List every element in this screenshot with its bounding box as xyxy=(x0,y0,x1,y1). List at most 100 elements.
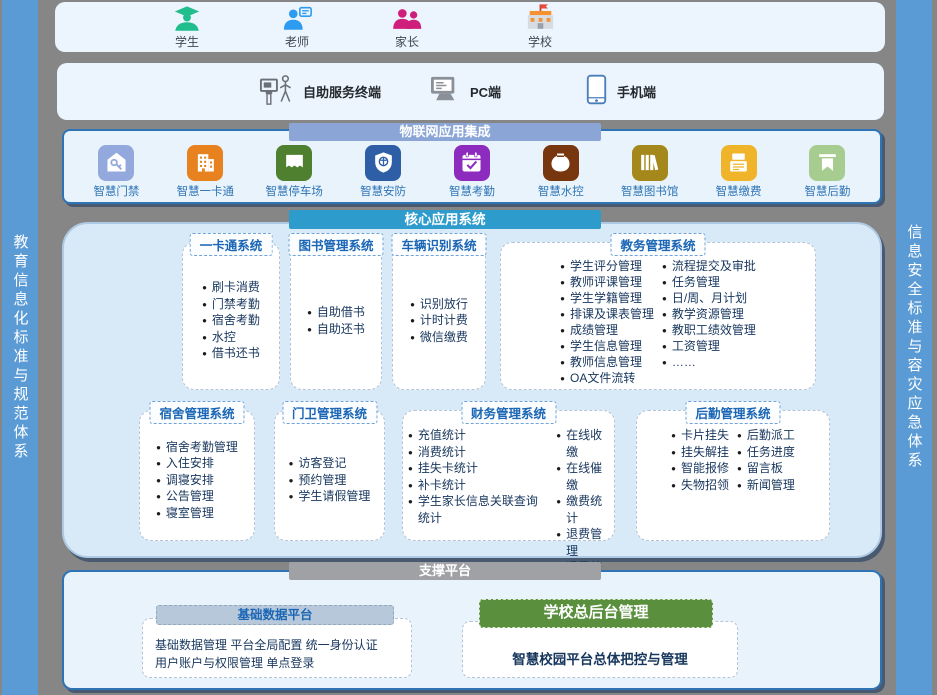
system-box-body: 刷卡消费门禁考勤宿舍考勤水控借书还书 xyxy=(183,243,279,389)
school-admin-box: 智慧校园平台总体把控与管理 xyxy=(462,621,738,678)
system-box-body: 自助借书自助还书 xyxy=(291,243,381,389)
system-list-item: 预约管理 xyxy=(289,472,371,489)
user-label: 家长 xyxy=(395,33,419,50)
system-list-item: 识别放行 xyxy=(410,296,468,313)
iot-item: 智慧停车场 xyxy=(251,145,337,199)
terminal-label: 自助服务终端 xyxy=(303,82,381,101)
system-list-item: 任务管理 xyxy=(662,275,756,291)
system-box-body: 学生评分管理教师评课管理学生学籍管理排课及课表管理成绩管理学生信息管理教师信息管… xyxy=(501,243,815,389)
system-item-list: 访客登记预约管理学生请假管理 xyxy=(289,455,371,505)
support-section-title: 支撑平台 xyxy=(289,562,601,580)
iot-label: 智慧考勤 xyxy=(449,183,495,199)
attendance-calendar-icon xyxy=(454,145,490,181)
core-section-title: 核心应用系统 xyxy=(289,210,601,229)
system-box-body: 卡片挂失挂失解挂智能报修失物招领后勤派工任务进度留言板新闻管理 xyxy=(637,411,829,540)
system-item-list: 刷卡消费门禁考勤宿舍考勤水控借书还书 xyxy=(202,279,260,362)
system-box-body: 识别放行计时计费微信缴费 xyxy=(393,243,485,389)
system-list-item: OA文件流转 xyxy=(560,371,654,387)
iot-label: 智慧门禁 xyxy=(93,183,139,199)
system-list-item: 后勤派工 xyxy=(737,427,795,444)
iot-item: 智慧缴费 xyxy=(696,145,782,199)
system-box-body: 宿舍考勤管理入住安排调寝安排公告管理寝室管理 xyxy=(140,411,254,540)
system-box-title: 一卡通系统 xyxy=(190,233,273,256)
iot-label: 智慧停车场 xyxy=(265,183,323,199)
system-list-item: 学生家长信息关联查询统计 xyxy=(408,493,548,526)
system-list-item: 宿舍考勤管理 xyxy=(156,439,238,456)
user-label: 老师 xyxy=(285,33,309,50)
payment-icon xyxy=(721,145,757,181)
system-list-item: 消费统计 xyxy=(408,444,548,461)
system-list-item: 充值统计 xyxy=(408,427,548,444)
system-list-item: 日/周、月计划 xyxy=(662,291,756,307)
system-box-library: 图书管理系统 自助借书自助还书 xyxy=(290,242,382,390)
system-list-item: 借书还书 xyxy=(202,345,260,362)
system-list-item: 教师信息管理 xyxy=(560,355,654,371)
system-list-item: 工资管理 xyxy=(662,339,756,355)
left-standards-bar: 教育信息化标准与规范体系 xyxy=(2,0,38,695)
user-item: 学生 xyxy=(145,5,229,50)
system-item-list: 学生评分管理教师评课管理学生学籍管理排课及课表管理成绩管理学生信息管理教师信息管… xyxy=(560,259,654,387)
iot-item: 智慧门禁 xyxy=(73,145,159,199)
system-box-body: 充值统计消费统计挂失卡统计补卡统计学生家长信息关联查询统计在线收缴在线催缴缴费统… xyxy=(403,411,614,540)
system-list-item: 挂失卡统计 xyxy=(408,460,548,477)
system-box-finance: 财务管理系统 充值统计消费统计挂失卡统计补卡统计学生家长信息关联查询统计在线收缴… xyxy=(402,410,615,541)
system-item-list: 识别放行计时计费微信缴费 xyxy=(410,296,468,346)
system-list-item: 水控 xyxy=(202,329,260,346)
one-card-icon xyxy=(187,145,223,181)
terminal-item: 自助服务终端 xyxy=(258,63,381,120)
system-box-vehicle: 车辆识别系统 识别放行计时计费微信缴费 xyxy=(392,242,486,390)
system-list-item: 任务进度 xyxy=(737,444,795,461)
student-icon xyxy=(172,5,202,32)
security-shield-icon xyxy=(365,145,401,181)
iot-label: 智慧图书馆 xyxy=(621,183,679,199)
system-list-item: 在线收缴 xyxy=(556,427,609,460)
system-list-item: 自助还书 xyxy=(307,321,365,338)
system-item-list: 自助借书自助还书 xyxy=(307,304,365,337)
system-list-item: 成绩管理 xyxy=(560,323,654,339)
system-list-item: 智能报修 xyxy=(671,460,729,477)
system-item-list: 流程提交及审批任务管理日/周、月计划教学资源管理教职工绩效管理工资管理…… xyxy=(662,259,756,371)
system-list-item: 调寝安排 xyxy=(156,472,238,489)
iot-item: 智慧考勤 xyxy=(429,145,515,199)
system-list-item: 学生评分管理 xyxy=(560,259,654,275)
system-box-title: 车辆识别系统 xyxy=(391,233,486,256)
iot-item: 智慧图书馆 xyxy=(607,145,693,199)
system-box-academic: 教务管理系统 学生评分管理教师评课管理学生学籍管理排课及课表管理成绩管理学生信息… xyxy=(500,242,816,390)
terminal-label: 手机端 xyxy=(617,82,656,101)
system-list-item: 刷卡消费 xyxy=(202,279,260,296)
right-standards-bar: 信息安全标准与容灾应急体系 xyxy=(896,0,932,695)
pc-icon xyxy=(429,75,461,108)
system-box-one-card: 一卡通系统 刷卡消费门禁考勤宿舍考勤水控借书还书 xyxy=(182,242,280,390)
user-label: 学校 xyxy=(528,33,552,50)
user-roles-panel: 学生 老师 家长 学校 xyxy=(55,2,885,52)
user-label: 学生 xyxy=(175,33,199,50)
system-item-list: 卡片挂失挂失解挂智能报修失物招领 xyxy=(671,427,729,493)
system-box-dormitory: 宿舍管理系统 宿舍考勤管理入住安排调寝安排公告管理寝室管理 xyxy=(139,410,255,541)
base-data-line: 基础数据管理 平台全局配置 统一身份认证 xyxy=(155,636,411,654)
user-item: 家长 xyxy=(365,5,449,50)
iot-label: 智慧安防 xyxy=(360,183,406,199)
system-list-item: 访客登记 xyxy=(289,455,371,472)
left-standards-label: 教育信息化标准与规范体系 xyxy=(10,234,31,462)
system-list-item: 卡片挂失 xyxy=(671,427,729,444)
system-box-title: 门卫管理系统 xyxy=(282,401,377,424)
system-list-item: 在线催缴 xyxy=(556,460,609,493)
system-list-item: 学生请假管理 xyxy=(289,488,371,505)
system-list-item: 退费管理 xyxy=(556,526,609,559)
iot-section-title: 物联网应用集成 xyxy=(289,123,601,141)
library-icon xyxy=(632,145,668,181)
system-list-item: 微信缴费 xyxy=(410,329,468,346)
terminal-item: 手机端 xyxy=(585,63,656,120)
school-icon xyxy=(525,5,556,32)
iot-label: 智慧一卡通 xyxy=(177,183,235,199)
door-access-icon xyxy=(98,145,134,181)
system-list-item: 公告管理 xyxy=(156,488,238,505)
system-list-item: 寝室管理 xyxy=(156,505,238,522)
system-box-title: 教务管理系统 xyxy=(610,233,705,256)
water-control-icon xyxy=(543,145,579,181)
core-systems-panel: 一卡通系统 刷卡消费门禁考勤宿舍考勤水控借书还书 图书管理系统 自助借书自助还书… xyxy=(62,222,882,558)
iot-label: 智慧后勤 xyxy=(804,183,850,199)
system-box-title: 图书管理系统 xyxy=(288,233,383,256)
system-list-item: 挂失解挂 xyxy=(671,444,729,461)
system-item-list: 充值统计消费统计挂失卡统计补卡统计学生家长信息关联查询统计 xyxy=(408,427,548,526)
